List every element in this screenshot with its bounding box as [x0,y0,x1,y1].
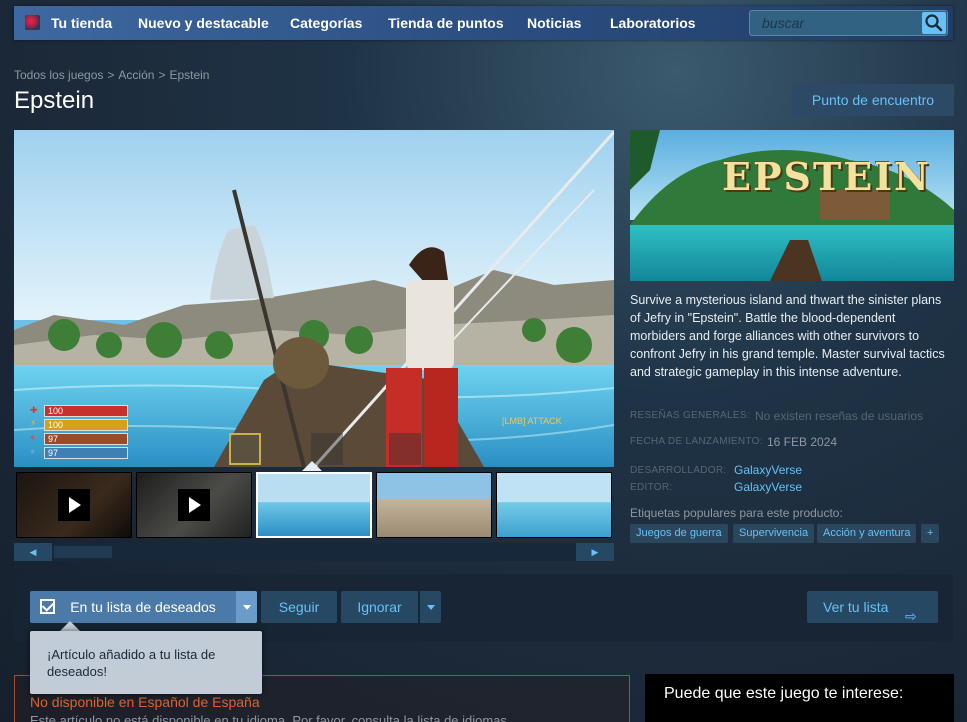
checkbox-checked-icon [40,599,55,614]
top-nav-bar: Tu tienda Nuevo y destacable Categorías … [14,6,953,40]
thumbnail-screenshot[interactable] [256,472,372,538]
queue-label: Ver tu lista [823,599,889,615]
wishlist-added-tooltip: ¡Artículo añadido a tu lista de deseados… [30,631,262,694]
ignore-button[interactable]: Ignorar [341,591,418,623]
nav-your-store[interactable]: Tu tienda [51,6,112,40]
developer-link[interactable]: GalaxyVerse [734,463,802,477]
nav-categories[interactable]: Categorías [290,6,362,40]
wishlist-dropdown-button[interactable] [236,591,257,623]
release-date-label: FECHA DE LANZAMIENTO: [630,436,763,447]
release-date-value: 16 FEB 2024 [767,435,838,449]
page-title: Epstein [14,87,95,114]
main-screenshot[interactable]: ✚ 100 ⚡ 100 ● 97 ● 97 [LMB] ATTACK [14,130,614,467]
health-value: 100 [48,406,64,416]
stamina-value: 100 [48,420,64,430]
search-box [749,10,948,36]
tag-more-button[interactable]: + [921,524,940,543]
food-bar: ● 97 [28,432,138,446]
nav-news[interactable]: Noticias [527,6,581,40]
follow-button[interactable]: Seguir [261,591,337,623]
breadcrumb-game[interactable]: Epstein [169,68,209,82]
breadcrumb-all-games[interactable]: Todos los juegos [14,68,103,82]
language-warning-title: No disponible en Español de España [30,694,260,710]
breadcrumb: Todos los juegos > Acción > Epstein [14,68,210,82]
nav-points-shop[interactable]: Tienda de puntos [388,6,504,40]
thumbnail-screenshot[interactable] [376,472,492,538]
scroll-left-icon[interactable]: ◀ [14,543,52,561]
ignore-dropdown-button[interactable] [420,591,441,623]
water-bar: ● 97 [28,446,138,460]
attack-hint: [LMB] ATTACK [502,416,562,426]
tag-survival[interactable]: Supervivencia [733,524,815,543]
developer-label: DESARROLLADOR: [630,465,727,476]
water-value: 97 [48,448,59,458]
publisher-label: EDITOR: [630,482,673,493]
lightning-icon: ⚡ [30,418,37,428]
thumbnail-screenshot[interactable] [496,472,612,538]
scrollbar-thumb[interactable] [54,546,112,558]
search-button[interactable] [922,12,946,34]
store-avatar-icon[interactable] [25,15,40,30]
nav-labs[interactable]: Laboratorios [610,6,696,40]
language-warning-text: Este artículo no está disponible en tu i… [30,713,507,722]
stamina-bar: ⚡ 100 [28,418,138,432]
hud-panel: ✚ 100 ⚡ 100 ● 97 ● 97 [28,404,138,460]
thumbnail-scrollbar[interactable]: ◀ ▶ [14,543,614,561]
game-description: Survive a mysterious island and thwart t… [630,293,945,379]
recommendation-title: Puede que este juego te interese: [664,685,904,702]
hotbar-slot [229,433,261,465]
food-icon: ● [30,432,36,442]
hotbar [229,433,425,465]
breadcrumb-action[interactable]: Acción [118,68,154,82]
health-bar: ✚ 100 [28,404,138,418]
scroll-right-icon[interactable]: ▶ [576,543,614,561]
header-capsule-image: EPSTEIN [630,130,954,281]
play-icon [178,489,210,521]
play-icon [58,489,90,521]
reviews-value: No existen reseñas de usuarios [755,409,924,423]
thumbnail-video[interactable] [136,472,252,538]
recommendation-panel: Puede que este juego te interese: [645,674,954,722]
chevron-down-icon [426,605,435,610]
reviews-label: RESEÑAS GENERALES: [630,410,750,421]
hotbar-slot [389,433,421,465]
tag-wargame[interactable]: Juegos de guerra [630,524,728,543]
capsule-art [630,130,954,281]
health-icon: ✚ [30,405,38,415]
water-drop-icon: ● [30,446,36,456]
tag-action-adventure[interactable]: Acción y aventura [817,524,917,543]
tooltip-arrow [60,621,80,631]
thumbnail-video[interactable] [16,472,132,538]
thumbnail-strip [14,470,614,540]
search-input[interactable] [754,11,918,35]
chevron-down-icon [242,605,251,610]
tags-heading: Etiquetas populares para este producto: [630,506,843,520]
wishlist-label: En tu lista de deseados [70,599,216,615]
arrow-right-icon: ⇨ [905,608,917,624]
nav-new-noteworthy[interactable]: Nuevo y destacable [138,6,269,40]
search-icon [925,14,943,32]
publisher-link[interactable]: GalaxyVerse [734,480,802,494]
wishlist-button[interactable]: En tu lista de deseados [30,591,236,623]
community-hub-button[interactable]: Punto de encuentro [792,84,954,116]
capsule-logo: EPSTEIN [722,154,931,199]
view-queue-button[interactable]: Ver tu lista ⇨ [807,591,938,624]
food-value: 97 [48,434,59,444]
